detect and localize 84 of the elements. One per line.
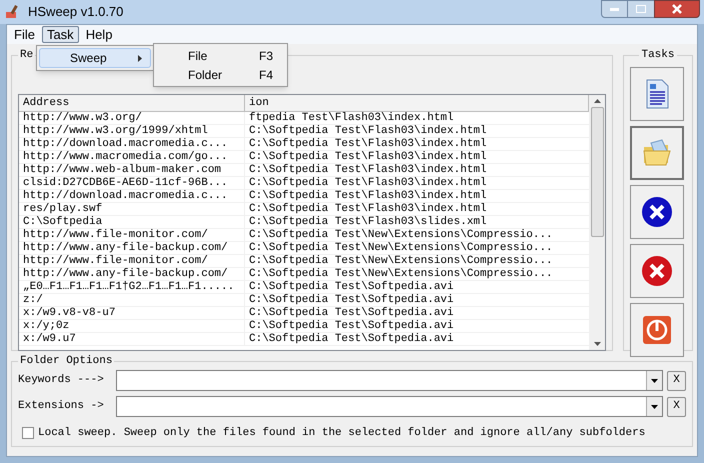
table-cell-text: C:\Softpedia Test\Flash03\index.html <box>248 176 488 188</box>
table-cell-text: C:\Softpedia Test\Flash03\index.html <box>248 202 488 214</box>
table-cell: res/play.swf <box>19 202 245 214</box>
table-cell: http://www.web-album-maker.com <box>19 164 245 176</box>
dropdown-icon <box>651 378 658 382</box>
table-cell-text: C:\Softpedia Test\New\Extensions\Compressio... <box>248 268 554 280</box>
scroll-down-icon <box>594 342 600 346</box>
table-cell: z:/ <box>19 294 245 306</box>
table-cell-text: C:\Softpedia Test\New\Extensions\Compressio... <box>248 228 554 240</box>
field-label: Keywords ---> <box>18 373 105 388</box>
task-button[interactable] <box>630 184 684 238</box>
menu-item[interactable]: Folder F4 <box>154 65 287 84</box>
group-title: Re <box>19 48 34 63</box>
table-cell: „E0…F1…F1…F1…F1†G2…F1…F1…F1..... <box>19 280 245 292</box>
table-cell-text: C:\Softpedia Test\Flash03\index.html <box>248 190 488 202</box>
menu-item[interactable]: File <box>9 26 40 43</box>
table-cell: x:/y;0z <box>19 320 245 332</box>
table-cell-text: C:\Softpedia Test\New\Extensions\Compressio... <box>248 254 554 266</box>
submenu-arrow-icon <box>138 54 142 62</box>
table-cell-text: C:\Softpedia Test\Flash03\slides.xml <box>248 216 488 228</box>
window-title: HSweep v1.0.70 <box>28 3 124 22</box>
shortcut-label: F4 <box>258 66 273 84</box>
table-cell: http://www.macromedia.com/go... <box>19 150 245 162</box>
group-title: Folder Options <box>19 354 114 369</box>
cancel-icon <box>641 196 673 228</box>
column-header[interactable]: Address <box>19 94 245 112</box>
table-cell: http://www.w3.org/ <box>19 112 245 124</box>
table-cell-text: C:\Softpedia Test\Softpedia.avi <box>248 306 455 318</box>
table-cell: C:\Softpedia <box>19 216 245 228</box>
table-cell-text: C:\Softpedia Test\Softpedia.avi <box>248 280 455 292</box>
dropdown-icon <box>651 404 658 408</box>
table-cell: http://www.file-monitor.com/ <box>19 254 245 266</box>
minimize-icon <box>610 8 619 10</box>
dropdown-button[interactable] <box>646 371 662 390</box>
menu-item[interactable]: File F3 <box>154 46 287 65</box>
table-cell-text: C:\Softpedia Test\Softpedia.avi <box>248 294 455 306</box>
table-cell: x:/w9.v8-v8-u7 <box>19 306 245 318</box>
checkbox-label: Local sweep. Sweep only the files found in the selected folder and ignore all/any subfolders <box>38 426 646 440</box>
menu-label: File <box>188 48 208 64</box>
close-icon <box>641 254 673 286</box>
table-cell-text: C:\Softpedia Test\Softpedia.avi <box>248 320 455 332</box>
field-label: Extensions -> <box>18 399 105 414</box>
table-cell-text: C:\Softpedia Test\Flash03\index.html <box>248 124 488 136</box>
scroll-thumb[interactable] <box>590 106 604 236</box>
column-header[interactable]: ion <box>245 94 589 112</box>
power-icon <box>642 314 672 344</box>
table-cell: clsid:D27CDB6E-AE6D-11cf-96B... <box>19 176 245 188</box>
table-cell: http://www.any-file-backup.com/ <box>19 242 245 254</box>
combo-box[interactable] <box>116 396 663 417</box>
menu-item[interactable]: Help <box>80 26 118 43</box>
table-cell-text: C:\Softpedia Test\Flash03\index.html <box>248 164 488 176</box>
task-button[interactable] <box>630 66 684 120</box>
combo-box[interactable] <box>116 370 663 391</box>
table-cell-text: C:\Softpedia Test\Flash03\index.html <box>248 150 488 162</box>
table-cell: http://download.macromedia.c... <box>19 190 245 202</box>
task-button[interactable] <box>630 244 684 298</box>
folder-icon <box>642 138 672 166</box>
shortcut-label: F3 <box>258 48 273 64</box>
document-icon <box>644 78 670 108</box>
scrollbar[interactable] <box>589 94 605 350</box>
maximize-icon <box>636 5 646 13</box>
table-cell-text: C:\Softpedia Test\New\Extensions\Compressio... <box>248 242 554 254</box>
table-cell: http://www.w3.org/1999/xhtml <box>19 124 245 136</box>
group-title: Tasks <box>640 48 676 63</box>
menu-item[interactable]: Task <box>42 26 79 43</box>
broom-icon <box>4 4 20 20</box>
table-cell: http://www.any-file-backup.com/ <box>19 268 245 280</box>
minimize-button[interactable] <box>601 0 628 18</box>
table-cell: http://www.file-monitor.com/ <box>19 228 245 240</box>
clear-button[interactable]: X <box>667 370 686 390</box>
menu-label: Folder <box>188 66 224 84</box>
scroll-up-icon <box>594 98 600 102</box>
table-cell-text: ftpedia Test\Flash03\index.html <box>248 112 455 124</box>
table-cell: http://download.macromedia.c... <box>19 138 245 150</box>
clear-button[interactable]: X <box>667 396 686 416</box>
menu-item[interactable]: Sweep <box>39 48 151 68</box>
dropdown-button[interactable] <box>646 397 662 416</box>
table-cell-text: C:\Softpedia Test\Softpedia.avi <box>248 332 455 344</box>
table-cell-text: C:\Softpedia Test\Flash03\index.html <box>248 138 488 150</box>
close-icon <box>672 4 682 14</box>
maximize-button[interactable] <box>628 0 654 18</box>
close-button[interactable] <box>654 0 700 18</box>
checkbox[interactable] <box>22 426 34 439</box>
table-cell: x:/w9.u7 <box>19 332 245 344</box>
